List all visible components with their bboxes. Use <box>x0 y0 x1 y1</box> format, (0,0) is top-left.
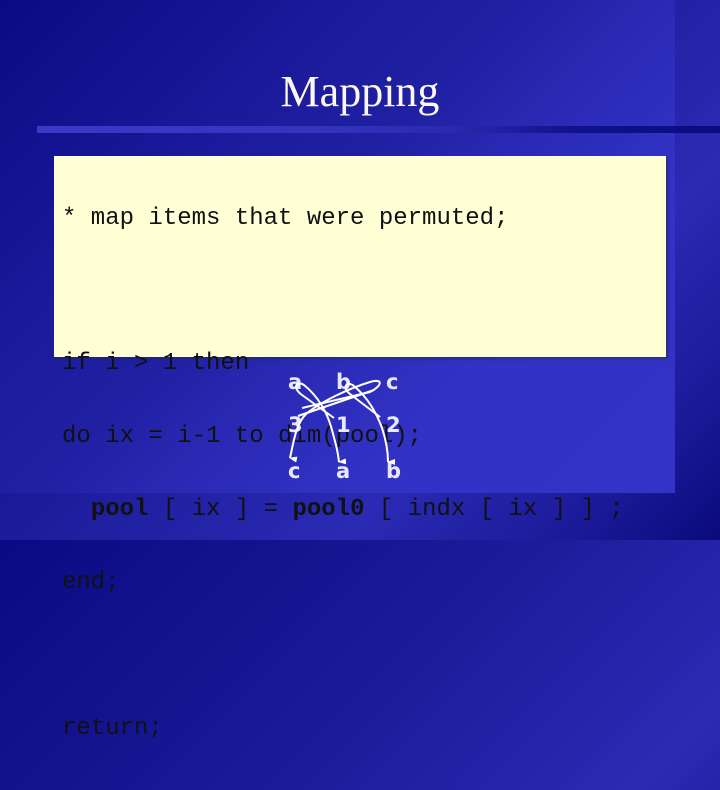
code-index-indx: [ indx [ ix ] ] ; <box>364 496 624 524</box>
index-label-1: 1 <box>336 413 351 437</box>
slide-title: Mapping <box>280 67 440 116</box>
code-line-end: end; <box>62 569 120 597</box>
permutation-diagram: a b c 3 1 2 c a b <box>288 370 401 483</box>
code-var-pool: pool <box>90 496 149 524</box>
code-line-comment: * map items that were permuted; <box>62 204 509 232</box>
code-line-blank-2 <box>62 644 624 668</box>
code-var-pool0: pool0 <box>292 496 365 524</box>
top-label-0: a <box>288 370 302 394</box>
title-underline <box>37 126 720 133</box>
top-label-2: c <box>386 370 398 394</box>
code-line-assign: pool [ ix ] = pool0 [ indx [ ix ] ] ; <box>62 498 624 522</box>
bottom-label-1: a <box>336 459 350 483</box>
bottom-label-2: b <box>386 459 401 483</box>
bottom-label-0: c <box>288 459 300 483</box>
code-line-return: return; <box>62 714 163 742</box>
code-index-ix: [ ix ] = <box>148 496 293 524</box>
index-label-2: 2 <box>386 413 401 437</box>
code-box: * map items that were permuted; if i > 1… <box>54 156 666 741</box>
